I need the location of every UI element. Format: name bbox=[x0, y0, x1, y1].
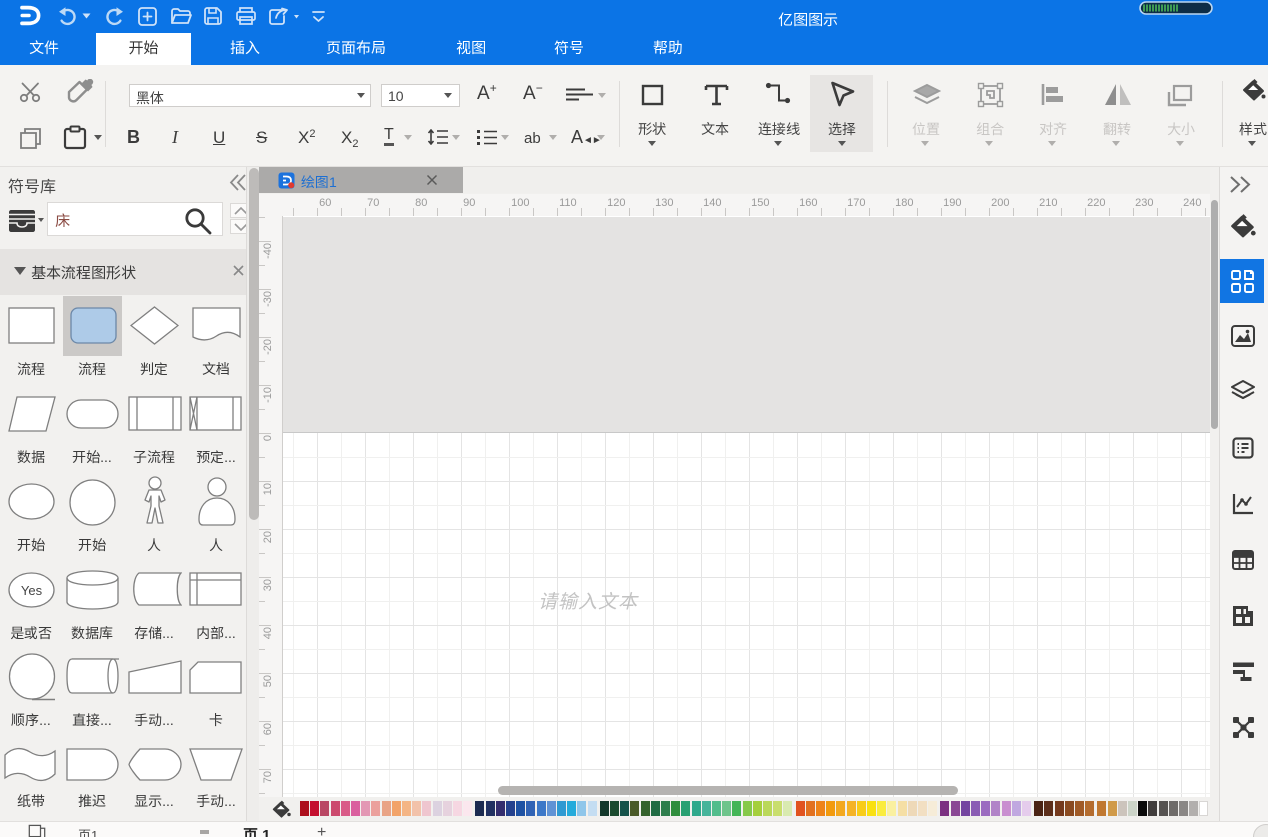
svg-text:Yes: Yes bbox=[21, 583, 43, 598]
